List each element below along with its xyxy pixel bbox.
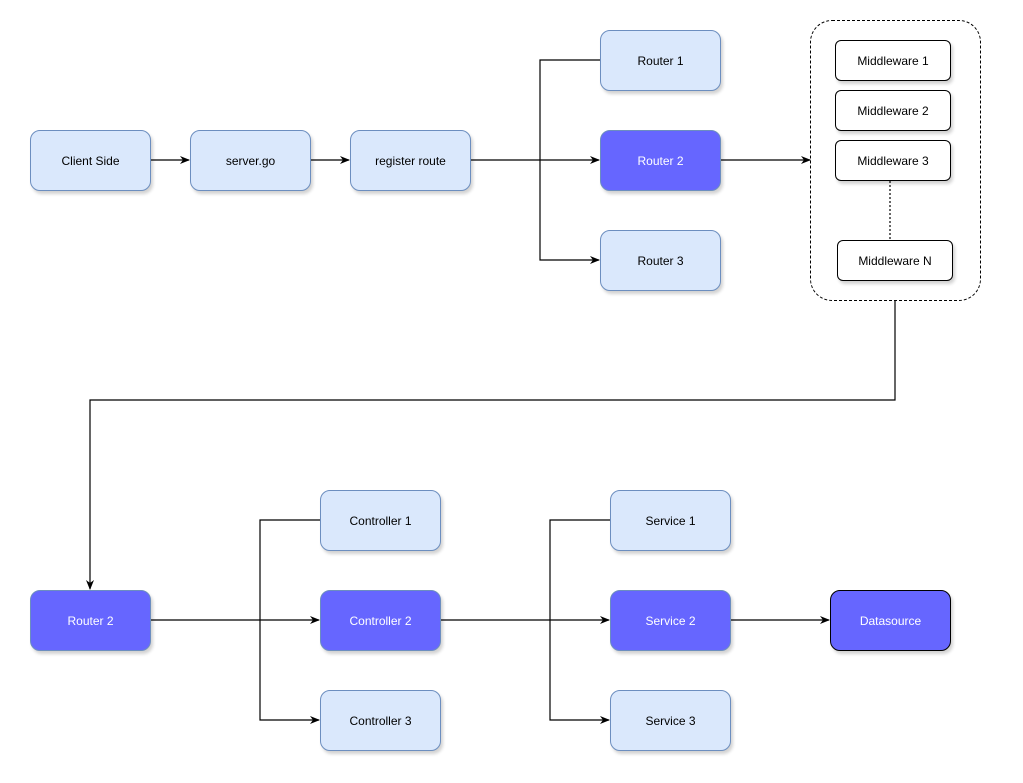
- edge-register-router1: [539, 59, 600, 160]
- node-label: Controller 1: [349, 513, 412, 528]
- node-label: Router 3: [637, 253, 684, 268]
- node-label: Middleware N: [858, 253, 932, 268]
- node-label: register route: [375, 153, 446, 168]
- edge-controller2-service1: [549, 519, 610, 620]
- node-label: Router 2: [637, 153, 684, 168]
- node-middleware-n[interactable]: Middleware N: [837, 240, 953, 281]
- node-label: Middleware 3: [857, 153, 929, 168]
- node-middleware-3[interactable]: Middleware 3: [835, 140, 951, 181]
- node-label: Client Side: [61, 153, 120, 168]
- node-datasource[interactable]: Datasource: [830, 590, 951, 651]
- node-label: Router 2: [67, 613, 114, 628]
- node-label: Service 2: [645, 613, 696, 628]
- node-client-side[interactable]: Client Side: [30, 130, 151, 191]
- edge-controller2-service3: [549, 620, 610, 724]
- node-router-2[interactable]: Router 2: [600, 130, 721, 191]
- node-service-3[interactable]: Service 3: [610, 690, 731, 751]
- node-label: Controller 2: [349, 613, 412, 628]
- edge-router2-controller1: [259, 519, 320, 620]
- node-middleware-1[interactable]: Middleware 1: [835, 40, 951, 81]
- node-label: server.go: [225, 153, 276, 168]
- node-router-3[interactable]: Router 3: [600, 230, 721, 291]
- edge-middleware-router2-bottom: [86, 301, 896, 590]
- node-label: Router 1: [637, 53, 684, 68]
- node-controller-1[interactable]: Controller 1: [320, 490, 441, 551]
- node-service-2[interactable]: Service 2: [610, 590, 731, 651]
- node-server-go[interactable]: server.go: [190, 130, 311, 191]
- node-label: Middleware 1: [857, 53, 929, 68]
- node-middleware-2[interactable]: Middleware 2: [835, 90, 951, 131]
- node-service-1[interactable]: Service 1: [610, 490, 731, 551]
- node-label: Middleware 2: [857, 103, 929, 118]
- node-register-route[interactable]: register route: [350, 130, 471, 191]
- node-router-2-bottom[interactable]: Router 2: [30, 590, 151, 651]
- node-label: Controller 3: [349, 713, 412, 728]
- node-controller-2[interactable]: Controller 2: [320, 590, 441, 651]
- node-label: Service 1: [645, 513, 696, 528]
- node-label: Service 3: [645, 713, 696, 728]
- edge-router2-controller3: [259, 620, 320, 724]
- node-label: Datasource: [859, 613, 922, 628]
- node-controller-3[interactable]: Controller 3: [320, 690, 441, 751]
- edge-register-router3: [539, 160, 600, 264]
- node-router-1[interactable]: Router 1: [600, 30, 721, 91]
